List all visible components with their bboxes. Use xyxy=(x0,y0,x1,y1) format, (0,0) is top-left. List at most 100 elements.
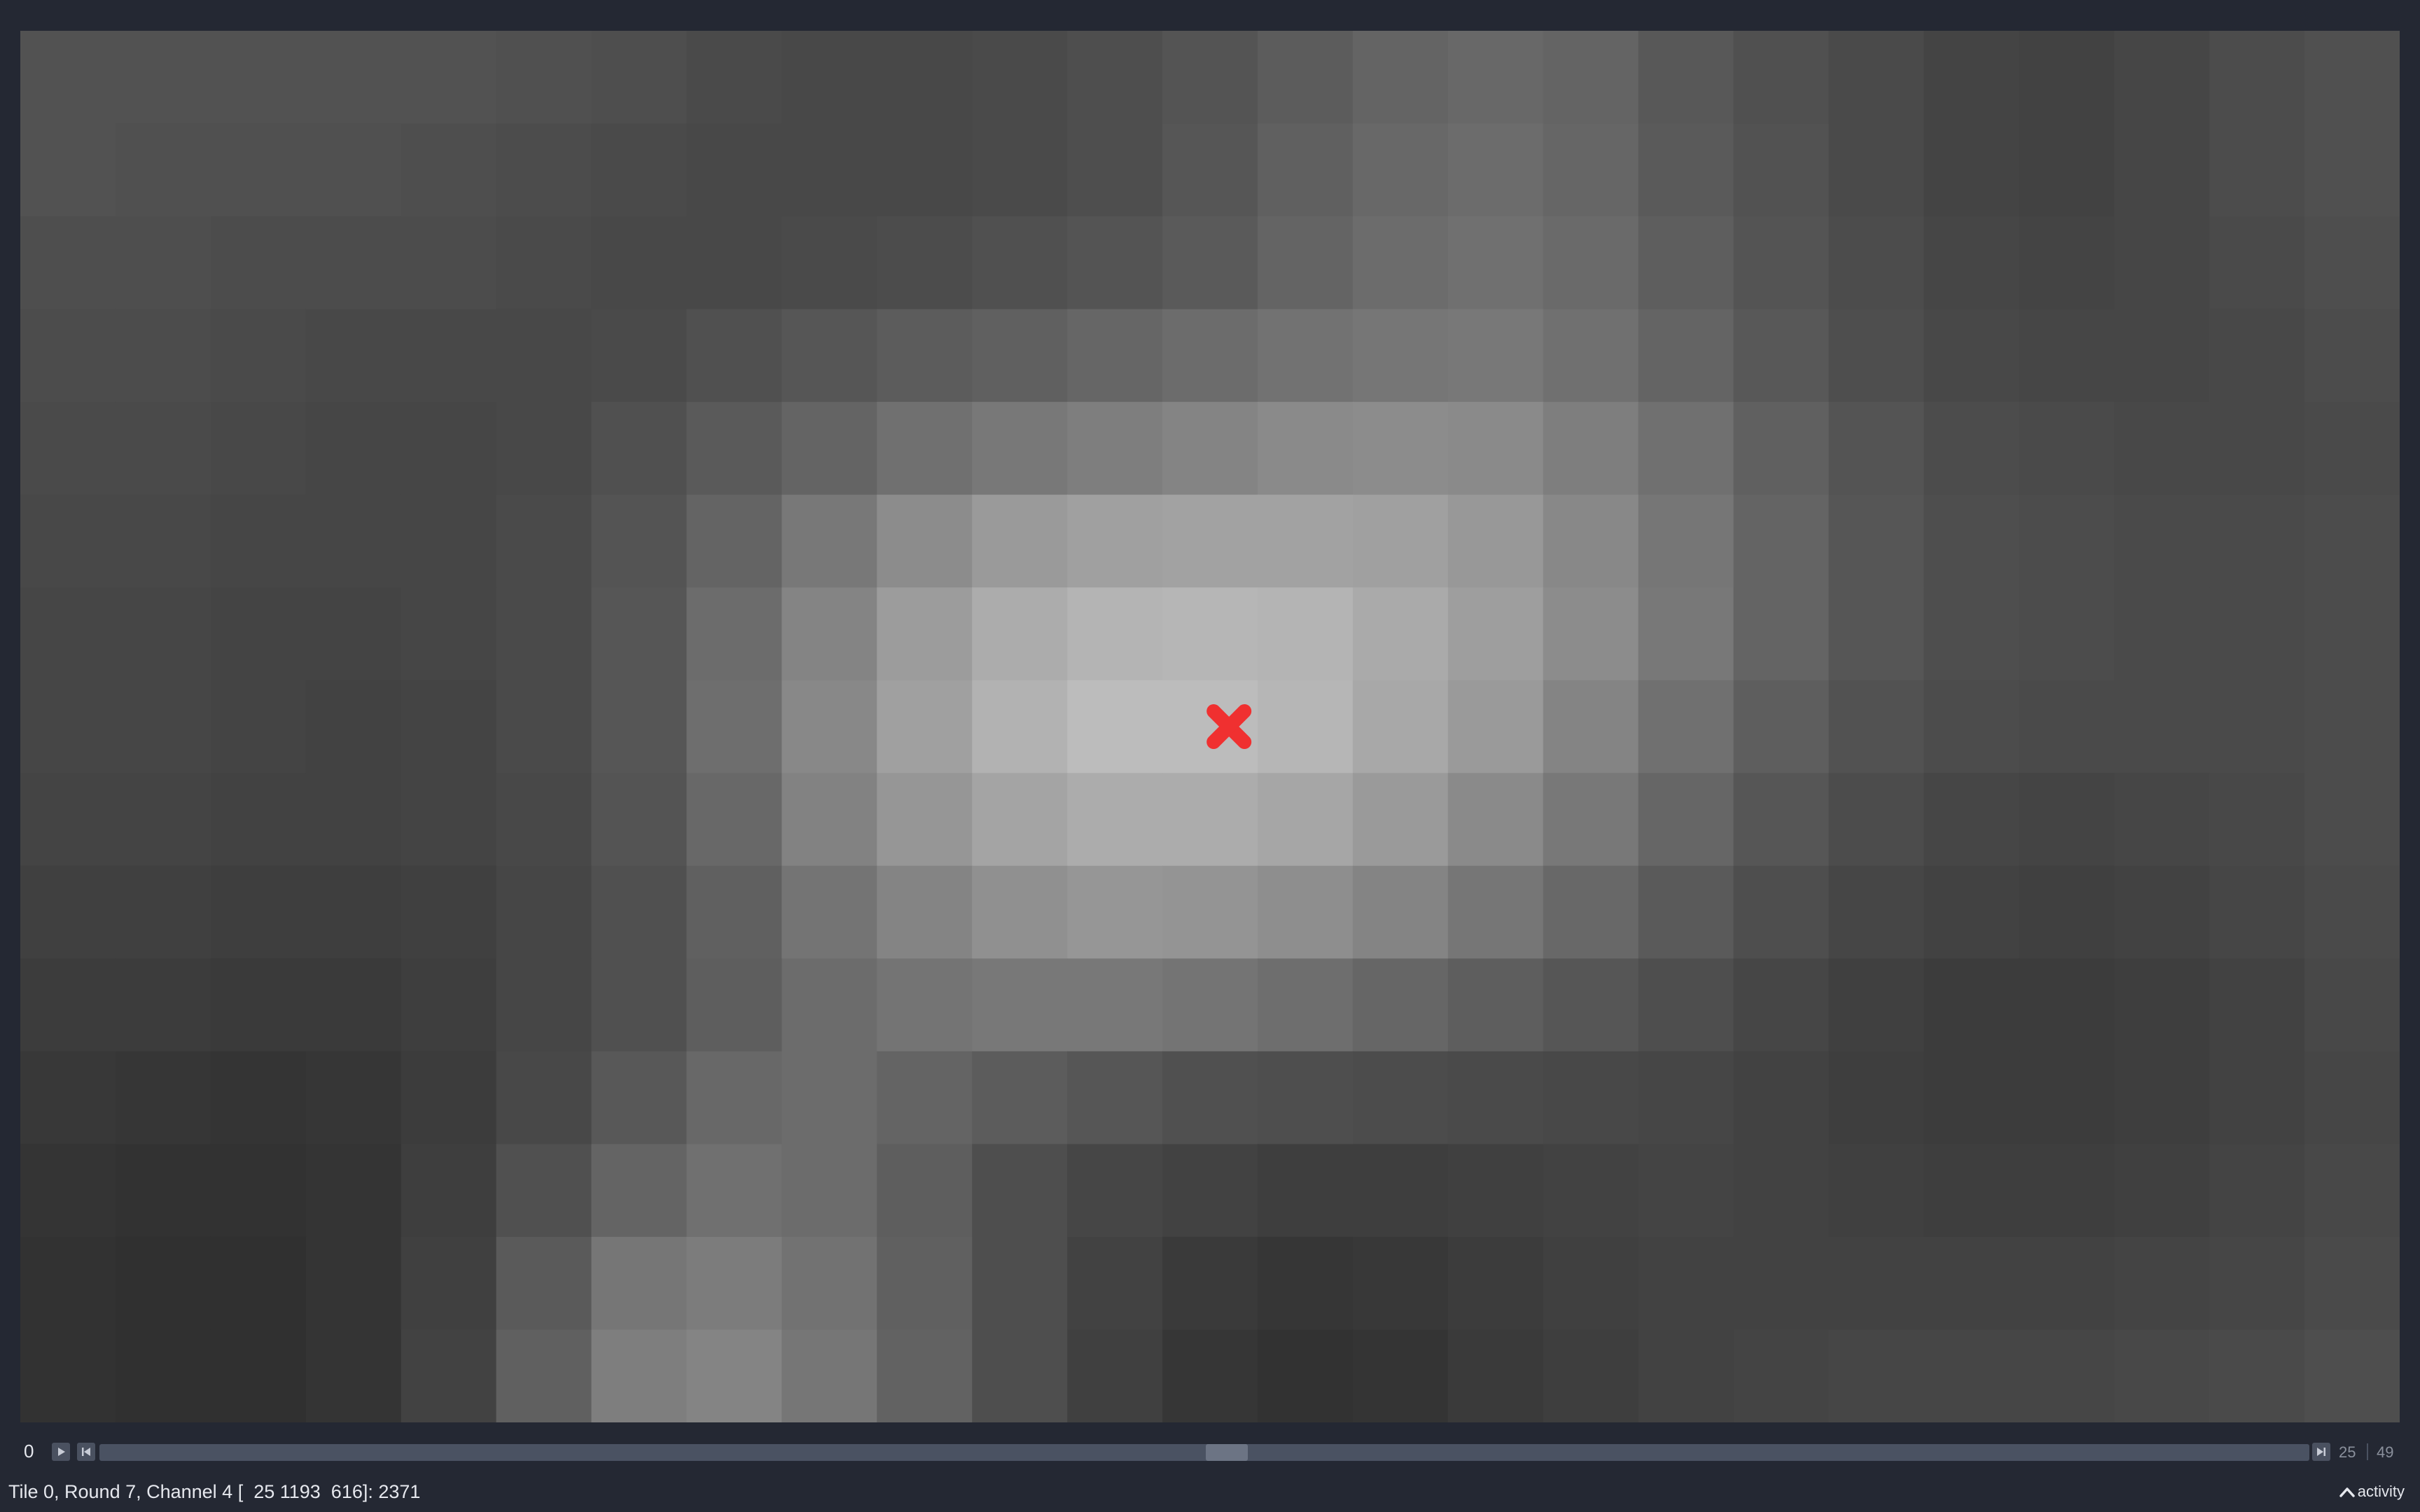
pixel-cell xyxy=(20,773,116,867)
pixel-cell xyxy=(1828,865,1924,959)
pixel-cell xyxy=(1828,1236,1924,1331)
pixel-cell xyxy=(972,587,1068,681)
pixel-cell xyxy=(1638,958,1734,1052)
pixel-cell xyxy=(2019,309,2115,402)
frame-current-label: 25 xyxy=(2339,1443,2356,1461)
pixel-cell xyxy=(1924,1236,2019,1331)
activity-label: activity xyxy=(2357,1483,2405,1500)
pixel-cell xyxy=(1733,587,1830,681)
pixel-cell xyxy=(1447,1236,1544,1331)
pixel-cell xyxy=(686,402,782,496)
play-button[interactable] xyxy=(52,1443,70,1461)
pixel-cell xyxy=(2209,1144,2305,1238)
image-viewer[interactable] xyxy=(20,31,2400,1422)
pixel-cell xyxy=(1257,680,1354,774)
pixel-cell xyxy=(1257,1051,1354,1144)
pixel-cell xyxy=(1924,865,2019,959)
pixel-cell xyxy=(2114,1329,2210,1422)
pixel-cell xyxy=(496,309,592,402)
pixel-cell xyxy=(305,587,402,681)
pixel-cell xyxy=(115,1144,211,1238)
pixel-cell xyxy=(1543,1051,1639,1144)
pixel-cell xyxy=(2114,31,2210,125)
pixel-cell xyxy=(591,1051,688,1144)
pixel-cell xyxy=(1352,1144,1449,1238)
frame-slider[interactable] xyxy=(99,1444,2309,1461)
pixel-cell xyxy=(1638,216,1734,310)
pixel-cell xyxy=(20,402,116,496)
pixel-cell xyxy=(115,402,211,496)
pixel-cell xyxy=(972,216,1068,310)
pixel-cell xyxy=(20,1144,116,1238)
pixel-cell xyxy=(591,309,688,402)
pixel-cell xyxy=(305,216,402,310)
pixel-cell xyxy=(591,958,688,1052)
pixel-cell xyxy=(115,680,211,774)
skip-to-start-button[interactable] xyxy=(77,1443,95,1461)
pixel-cell xyxy=(2304,309,2400,402)
pixel-cell xyxy=(591,1144,688,1238)
pixel-cell xyxy=(2019,494,2115,588)
pixel-cell xyxy=(877,865,973,959)
pixel-cell xyxy=(496,123,592,217)
frame-slider-thumb[interactable] xyxy=(1206,1444,1249,1461)
pixel-cell xyxy=(781,31,877,125)
pixel-cell xyxy=(1543,773,1639,867)
pixel-cell xyxy=(686,1329,782,1422)
pixel-cell xyxy=(210,1051,307,1144)
pixel-cell xyxy=(1067,958,1163,1052)
pixel-cell xyxy=(496,1051,592,1144)
pixel-cell xyxy=(401,402,497,496)
pixel-cell xyxy=(20,494,116,588)
pixel-cell xyxy=(1828,1051,1924,1144)
pixel-cell xyxy=(2209,494,2305,588)
pixel-cell xyxy=(115,1236,211,1331)
pixel-cell xyxy=(1638,865,1734,959)
pixel-cell xyxy=(2114,587,2210,681)
pixel-cell xyxy=(1924,680,2019,774)
pixel-cell xyxy=(1352,216,1449,310)
pixel-cell xyxy=(1733,865,1830,959)
pixel-cell xyxy=(401,309,497,402)
pixel-cell xyxy=(401,773,497,867)
pixel-cell xyxy=(115,773,211,867)
pixel-cell xyxy=(2114,1236,2210,1331)
pixel-cell xyxy=(781,309,877,402)
pixel-cell xyxy=(2304,216,2400,310)
pixel-cell xyxy=(2019,1329,2115,1422)
pixel-cell xyxy=(496,402,592,496)
skip-to-end-button[interactable] xyxy=(2312,1443,2330,1461)
pixel-cell xyxy=(2114,773,2210,867)
pixel-cell xyxy=(2304,402,2400,496)
pixel-cell xyxy=(2209,773,2305,867)
pixel-cell xyxy=(496,958,592,1052)
pixel-cell xyxy=(1447,773,1544,867)
activity-toggle[interactable]: activity xyxy=(2338,1483,2405,1501)
pixel-cell xyxy=(686,1051,782,1144)
pixel-cell xyxy=(1257,1329,1354,1422)
pixel-cell xyxy=(20,216,116,310)
pixel-cell xyxy=(2209,309,2305,402)
pixel-cell xyxy=(1257,216,1354,310)
pixel-cell xyxy=(686,958,782,1052)
pixel-cell xyxy=(115,958,211,1052)
pixel-cell xyxy=(1543,31,1639,125)
pixel-cell xyxy=(1162,865,1258,959)
pixel-cell xyxy=(1733,1236,1830,1331)
frame-controls: 0 25 49 xyxy=(0,1435,2420,1469)
pixel-cell xyxy=(1447,31,1544,125)
pixel-cell xyxy=(591,865,688,959)
frame-divider xyxy=(2367,1443,2368,1460)
pixel-cell xyxy=(686,216,782,310)
pixel-cell xyxy=(877,1329,973,1422)
pixel-cell xyxy=(1162,773,1258,867)
pixel-cell xyxy=(2209,680,2305,774)
pixel-cell xyxy=(686,494,782,588)
pixel-cell xyxy=(2304,31,2400,125)
pixel-cell xyxy=(972,865,1068,959)
pixel-cell xyxy=(686,31,782,125)
skip-to-start-icon xyxy=(82,1448,90,1456)
pixel-cell xyxy=(1257,309,1354,402)
pixel-cell xyxy=(591,31,688,125)
pixel-cell xyxy=(115,309,211,402)
